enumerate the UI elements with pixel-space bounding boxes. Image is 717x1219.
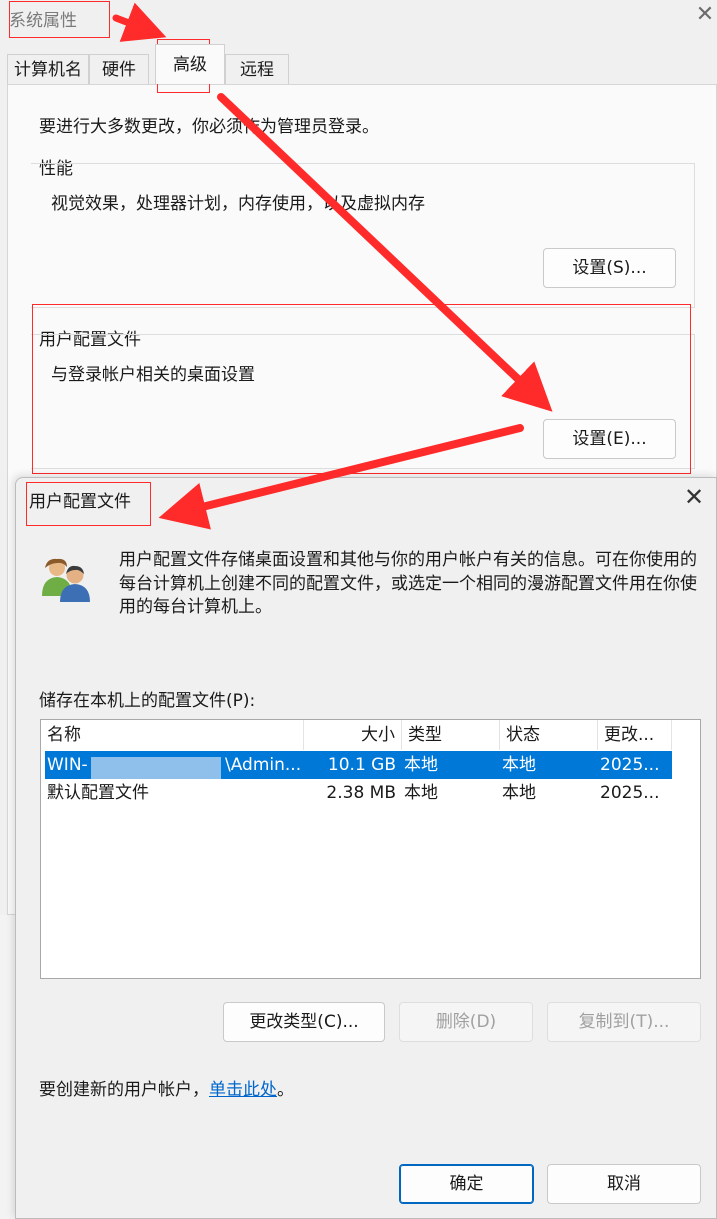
table-row[interactable]: WIN- \Admin... 10.1 GB 本地 本地 2025... <box>45 751 672 779</box>
profiles-list[interactable]: 名称 大小 类型 状态 更改... WIN- \Admin... 10.1 GB… <box>40 719 701 979</box>
row-status: 本地 <box>502 783 536 803</box>
column-header-status[interactable]: 状态 <box>500 720 598 750</box>
column-header-modified[interactable]: 更改... <box>598 720 672 750</box>
row-status: 本地 <box>502 755 536 775</box>
performance-settings-button[interactable]: 设置(S)... <box>543 248 676 288</box>
user-profiles-dialog: 用户配置文件 ✕ 用户配置文件存储桌面设置和其他与你的用户帐户有关的信息。可在你… <box>15 477 717 1219</box>
annotation-box-title <box>9 1 110 38</box>
admin-note: 要进行大多数更改，你必须作为管理员登录。 <box>39 117 379 137</box>
row-size: 10.1 GB <box>327 755 396 775</box>
row-modified: 2025... <box>600 755 660 775</box>
row-name-suffix: \Admin... <box>225 755 302 775</box>
close-icon[interactable]: ✕ <box>694 4 716 28</box>
change-type-button[interactable]: 更改类型(C)... <box>223 1002 385 1042</box>
create-account-link[interactable]: 单击此处 <box>209 1080 277 1100</box>
row-type: 本地 <box>404 755 438 775</box>
annotation-box-dialog-title <box>26 482 151 526</box>
copy-to-button[interactable]: 复制到(T)... <box>547 1002 701 1042</box>
profiles-info-text: 用户配置文件存储桌面设置和其他与你的用户帐户有关的信息。可在你使用的每台计算机上… <box>119 550 697 617</box>
close-icon[interactable]: ✕ <box>684 485 704 509</box>
create-account-suffix: 。 <box>277 1080 294 1100</box>
column-header-type[interactable]: 类型 <box>402 720 500 750</box>
profiles-list-label: 储存在本机上的配置文件(P): <box>39 691 256 711</box>
tab-hardware[interactable]: 硬件 <box>89 54 149 84</box>
redacted-block <box>91 757 221 779</box>
row-name: 默认配置文件 <box>47 783 149 803</box>
column-header-name[interactable]: 名称 <box>41 720 304 750</box>
tab-advanced[interactable]: 高级 <box>155 44 225 84</box>
row-type: 本地 <box>404 783 438 803</box>
create-account-prefix: 要创建新的用户帐户， <box>39 1080 209 1100</box>
column-header-size[interactable]: 大小 <box>304 720 402 750</box>
users-icon <box>42 558 90 602</box>
create-account-text: 要创建新的用户帐户，单击此处。 <box>39 1075 294 1100</box>
row-modified: 2025... <box>600 783 660 803</box>
row-name: WIN- <box>47 755 88 775</box>
ok-button[interactable]: 确定 <box>399 1164 534 1204</box>
tab-remote[interactable]: 远程 <box>225 54 289 84</box>
performance-description: 视觉效果，处理器计划，内存使用，以及虚拟内存 <box>51 194 425 214</box>
row-size: 2.38 MB <box>326 783 396 803</box>
annotation-box-user-profiles <box>32 304 691 474</box>
delete-button[interactable]: 删除(D) <box>399 1002 533 1042</box>
cancel-button[interactable]: 取消 <box>547 1164 701 1204</box>
table-row[interactable]: 默认配置文件 2.38 MB 本地 本地 2025... <box>45 779 672 807</box>
tab-computer-name[interactable]: 计算机名 <box>7 54 89 84</box>
